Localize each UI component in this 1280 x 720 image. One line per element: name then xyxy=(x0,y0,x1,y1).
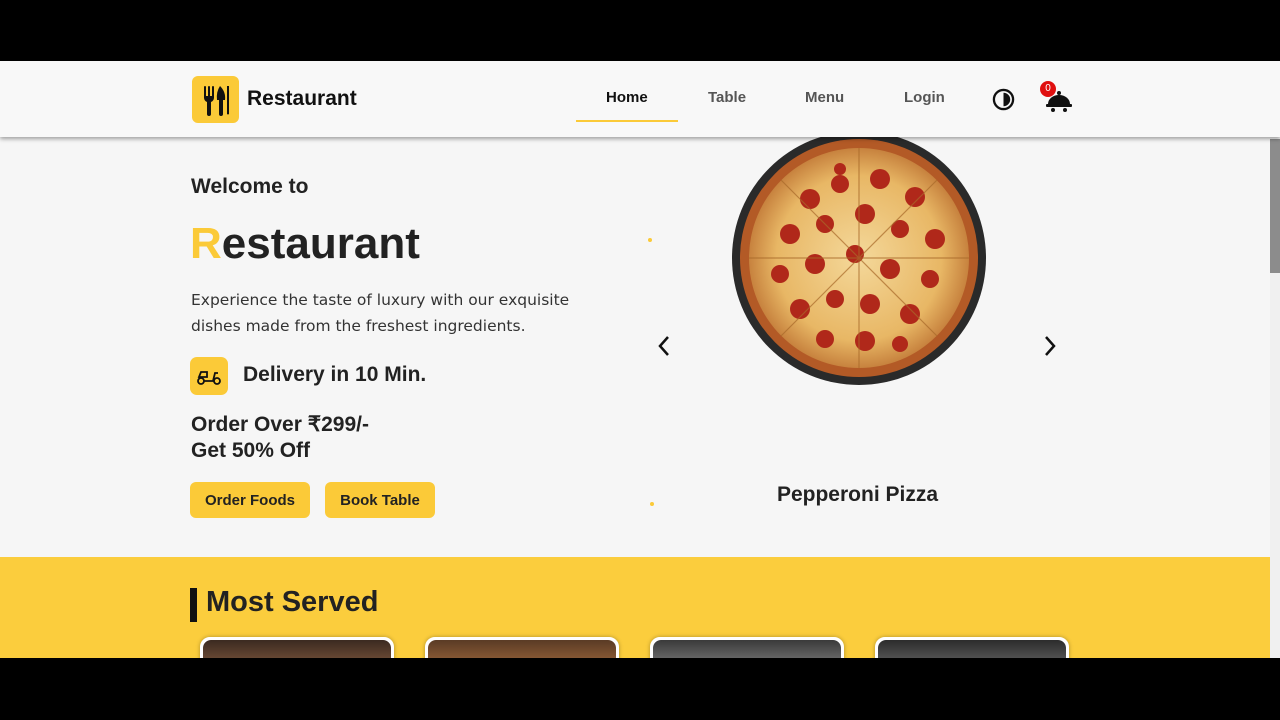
delivery-badge xyxy=(190,357,228,395)
fork-knife-icon xyxy=(203,85,229,116)
nav-menu[interactable]: Menu xyxy=(805,89,844,106)
hero-title-accent: R xyxy=(190,219,222,268)
hero-description: Experience the taste of luxury with our … xyxy=(191,291,570,335)
scooter-icon xyxy=(197,371,221,385)
carousel-dot xyxy=(650,502,654,506)
nav-table[interactable]: Table xyxy=(708,89,746,106)
theme-toggle-icon[interactable] xyxy=(992,88,1015,111)
cart-count-badge: 0 xyxy=(1040,81,1056,97)
food-card-image xyxy=(428,640,616,658)
food-card[interactable] xyxy=(425,637,619,658)
food-card-image xyxy=(653,640,841,658)
chevron-right-icon[interactable] xyxy=(1040,333,1060,359)
nav-active-indicator xyxy=(576,120,678,122)
pepperoni-pizza-image xyxy=(732,131,986,385)
food-card[interactable] xyxy=(875,637,1069,658)
page-scrollbar[interactable] xyxy=(1270,137,1280,658)
food-card-image xyxy=(203,640,391,658)
brand-name[interactable]: Restaurant xyxy=(247,87,357,111)
carousel-item-title: Pepperoni Pizza xyxy=(776,483,939,506)
food-card[interactable] xyxy=(650,637,844,658)
page-viewport: Restaurant Home Table Menu Login 0 Welco… xyxy=(0,61,1280,658)
hero-title-rest: estaurant xyxy=(221,219,420,268)
logo[interactable] xyxy=(192,76,239,123)
food-card-image xyxy=(878,640,1066,658)
food-card[interactable] xyxy=(200,637,394,658)
offer-text: Order Over ₹299/- Get 50% Off xyxy=(191,412,369,464)
section-accent-bar xyxy=(190,588,197,622)
nav-home[interactable]: Home xyxy=(606,89,648,106)
order-foods-button[interactable]: Order Foods xyxy=(190,482,310,518)
chevron-left-icon[interactable] xyxy=(654,333,674,359)
delivery-text: Delivery in 10 Min. xyxy=(243,363,427,386)
book-table-button[interactable]: Book Table xyxy=(325,482,435,518)
offer-line-1: Order Over ₹299/- xyxy=(191,413,369,436)
most-served-section: Most Served xyxy=(0,557,1270,658)
hero-title: Restaurant xyxy=(190,219,420,269)
nav-login[interactable]: Login xyxy=(904,89,945,106)
navbar: Restaurant Home Table Menu Login 0 xyxy=(0,61,1280,137)
carousel-dot xyxy=(648,238,652,242)
hero-section: Welcome to Restaurant Experience the tas… xyxy=(0,131,1270,557)
scrollbar-thumb[interactable] xyxy=(1270,139,1280,273)
offer-line-2: Get 50% Off xyxy=(191,439,311,462)
welcome-text: Welcome to xyxy=(191,175,309,198)
most-served-title: Most Served xyxy=(206,586,379,618)
